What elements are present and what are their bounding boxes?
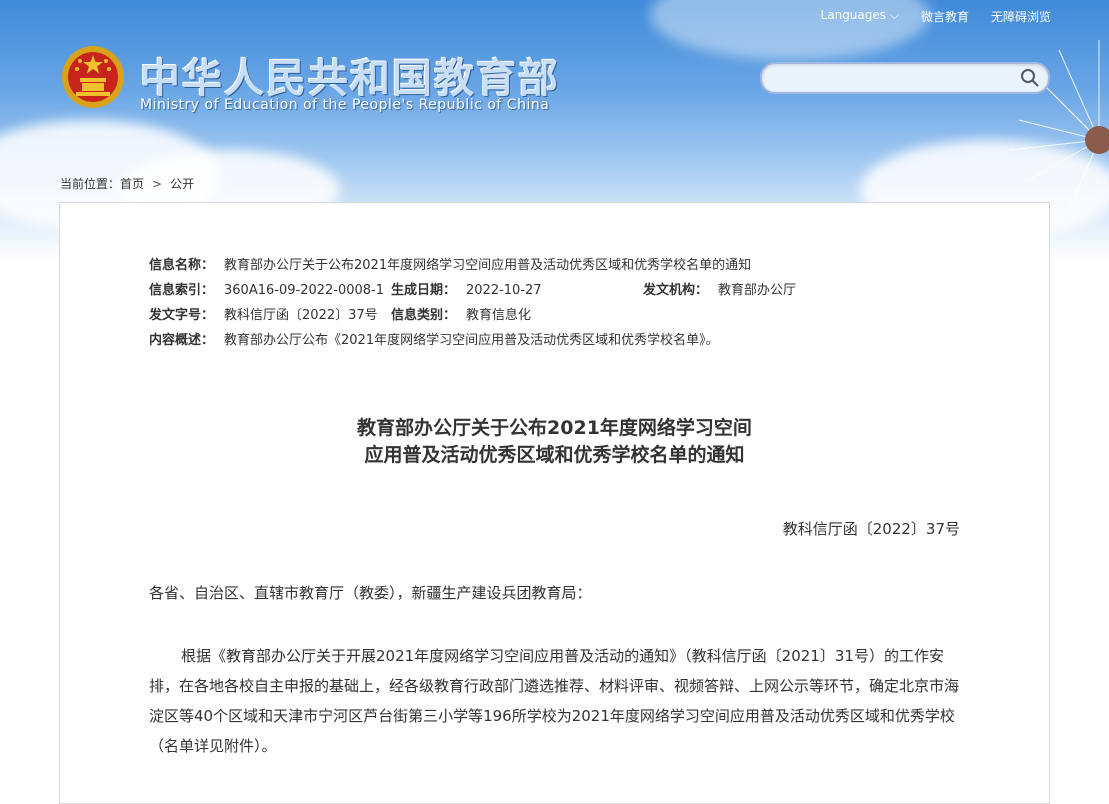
meta-name-value: 教育部办公厅关于公布2021年度网络学习空间应用普及活动优秀区域和优秀学校名单的… xyxy=(224,258,752,273)
dandelion-decoration xyxy=(1008,40,1109,211)
search-box xyxy=(760,62,1050,94)
content-panel: 信息名称： 教育部办公厅关于公布2021年度网络学习空间应用普及活动优秀区域和优秀… xyxy=(59,202,1050,804)
meta-index-label: 信息索引： xyxy=(149,283,215,298)
national-emblem-icon xyxy=(62,46,124,108)
wechat-link[interactable]: 微言教育 xyxy=(921,8,969,25)
meta-category-label: 信息类别： xyxy=(391,308,457,323)
breadcrumb-home[interactable]: 首页 xyxy=(120,177,144,191)
meta-summary-value: 教育部办公厅公布《2021年度网络学习空间应用普及活动优秀区域和优秀学校名单》。 xyxy=(224,333,719,348)
chevron-down-icon: ⌵ xyxy=(889,8,899,22)
meta-docno-value: 教科信厅函〔2022〕37号 xyxy=(224,308,378,323)
site-title-en: Ministry of Education of the People's Re… xyxy=(140,97,550,113)
breadcrumb-prefix: 当前位置： xyxy=(60,177,121,191)
article-title: 教育部办公厅关于公布2021年度网络学习空间 应用普及活动优秀区域和优秀学校名单… xyxy=(60,415,1049,469)
salutation: 各省、自治区、直辖市教育厅（教委），新疆生产建设兵团教育局： xyxy=(149,584,592,602)
meta-issuer-value: 教育部办公厅 xyxy=(718,283,797,298)
article-paragraph: 根据《教育部办公厅关于开展2021年度网络学习空间应用普及活动的通知》（教科信厅… xyxy=(149,647,960,755)
languages-link[interactable]: Languages ⌵ xyxy=(821,8,899,25)
meta-category-value: 教育信息化 xyxy=(466,308,532,323)
document-number: 教科信厅函〔2022〕37号 xyxy=(782,520,960,538)
search-input[interactable] xyxy=(774,64,1018,92)
article-title-line2: 应用普及活动优秀区域和优秀学校名单的通知 xyxy=(364,444,745,466)
site-title-cn: 中华人民共和国教育部 xyxy=(140,56,560,102)
breadcrumb: 当前位置：首页 > 公开 xyxy=(60,175,194,192)
article-title-line1: 教育部办公厅关于公布2021年度网络学习空间 xyxy=(357,417,752,439)
info-metadata: 信息名称： 教育部办公厅关于公布2021年度网络学习空间应用普及活动优秀区域和优秀… xyxy=(149,253,796,353)
meta-date-label: 生成日期： xyxy=(391,283,457,298)
meta-date-value: 2022-10-27 xyxy=(466,283,542,298)
top-links: Languages ⌵ 微言教育 无障碍浏览 xyxy=(821,8,1051,25)
meta-issuer-label: 发文机构： xyxy=(643,283,709,298)
accessibility-link[interactable]: 无障碍浏览 xyxy=(991,8,1051,25)
meta-docno-label: 发文字号： xyxy=(149,308,215,323)
meta-name-label: 信息名称： xyxy=(149,258,215,273)
breadcrumb-current[interactable]: 公开 xyxy=(170,177,194,191)
meta-index-value: 360A16-09-2022-0008-1 xyxy=(224,283,385,298)
meta-summary-label: 内容概述： xyxy=(149,333,215,348)
search-icon[interactable] xyxy=(1020,68,1040,88)
chevron-right-icon: > xyxy=(152,177,163,191)
